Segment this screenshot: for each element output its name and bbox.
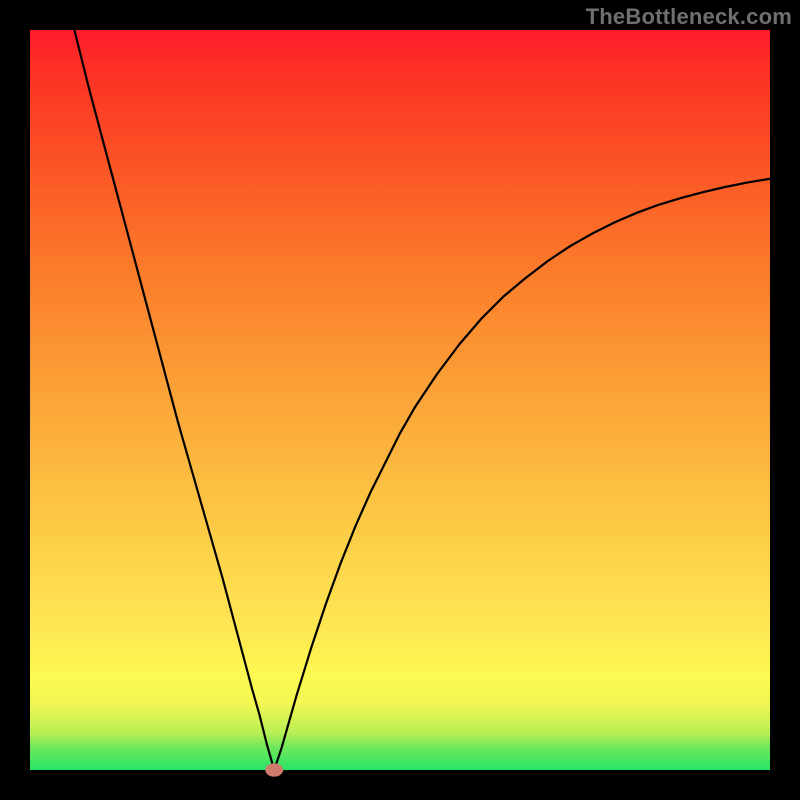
- watermark-text: TheBottleneck.com: [586, 4, 792, 30]
- minimum-marker: [265, 763, 283, 776]
- bottleneck-curve: [74, 30, 770, 770]
- plot-area: [30, 30, 770, 770]
- curve-layer: [30, 30, 770, 770]
- chart-frame: TheBottleneck.com: [0, 0, 800, 800]
